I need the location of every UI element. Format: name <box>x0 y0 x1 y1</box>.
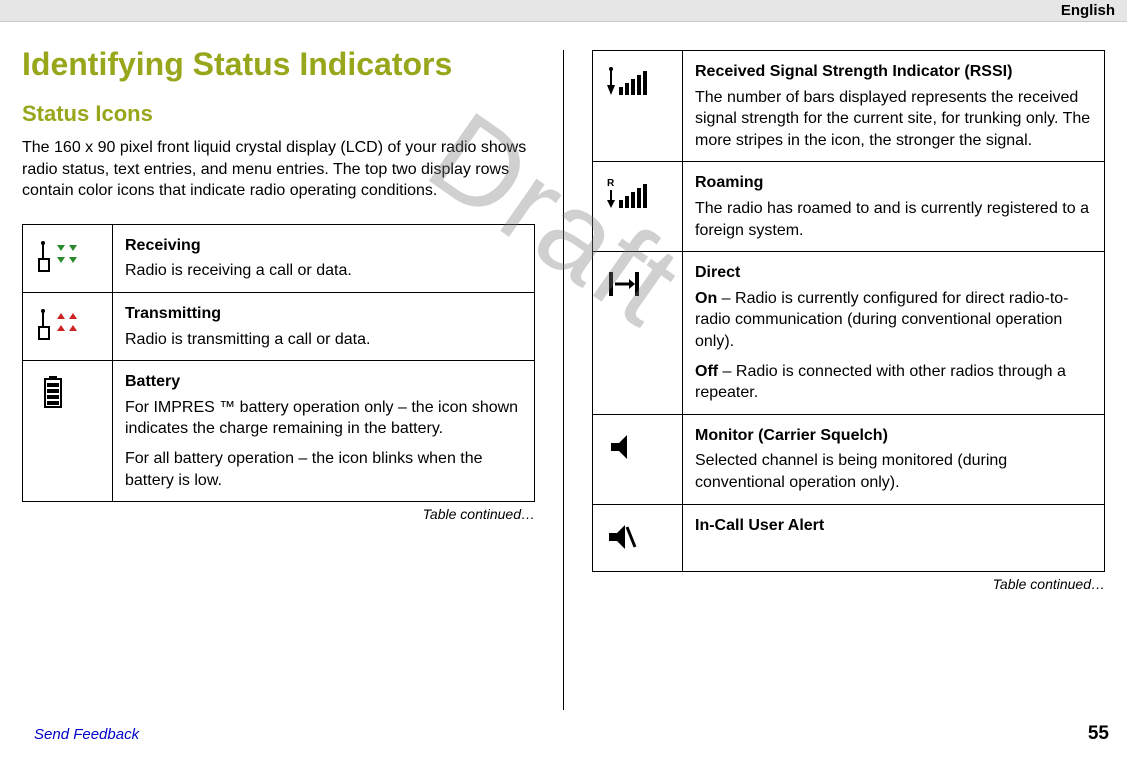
icon-description: Roaming The radio has roamed to and is cu… <box>683 162 1105 252</box>
column-divider <box>563 50 564 710</box>
row-paragraph: Radio is transmitting a call or data. <box>125 329 522 351</box>
icon-description: Battery For IMPRES ™ battery operation on… <box>113 361 535 502</box>
table-row: Receiving Radio is receiving a call or da… <box>23 224 535 292</box>
row-paragraph: On – Radio is currently configured for d… <box>695 288 1092 353</box>
table-row: Received Signal Strength Indicator (RSSI… <box>593 51 1105 162</box>
top-bar: English <box>0 0 1127 22</box>
icon-description: Receiving Radio is receiving a call or da… <box>113 224 535 292</box>
right-column: Received Signal Strength Indicator (RSSI… <box>592 46 1105 710</box>
icon-description: Monitor (Carrier Squelch) Selected channe… <box>683 414 1105 504</box>
row-paragraph: For IMPRES ™ battery operation only – th… <box>125 397 522 440</box>
monitor-icon <box>593 414 683 504</box>
footer: Send Feedback 55 <box>34 723 1109 745</box>
row-paragraph: The radio has roamed to and is currently… <box>695 198 1092 241</box>
table-row: In-Call User Alert <box>593 504 1105 572</box>
table-continued-left: Table continued… <box>22 506 535 522</box>
icon-description: Direct On – Radio is currently configured… <box>683 252 1105 415</box>
send-feedback-link[interactable]: Send Feedback <box>34 726 139 743</box>
row-title: Transmitting <box>125 303 522 325</box>
table-continued-right: Table continued… <box>592 576 1105 592</box>
direct-icon <box>593 252 683 415</box>
row-paragraph: The number of bars displayed represents … <box>695 87 1092 152</box>
table-row: Direct On – Radio is currently configured… <box>593 252 1105 415</box>
row-paragraph: Radio is receiving a call or data. <box>125 260 522 282</box>
table-row: Battery For IMPRES ™ battery operation on… <box>23 361 535 502</box>
page-title: Identifying Status Indicators <box>22 46 535 83</box>
table-row: Monitor (Carrier Squelch) Selected channe… <box>593 414 1105 504</box>
section-heading: Status Icons <box>22 101 535 127</box>
icon-description: Transmitting Radio is transmitting a call… <box>113 292 535 360</box>
row-paragraph: For all battery operation – the icon bli… <box>125 448 522 491</box>
row-title: Roaming <box>695 172 1092 194</box>
page-body: Identifying Status Indicators Status Ico… <box>0 22 1127 710</box>
intro-paragraph: The 160 x 90 pixel front liquid crystal … <box>22 137 535 202</box>
table-row: R Roaming The radio has roamed to and is c… <box>593 162 1105 252</box>
receiving-icon <box>23 224 113 292</box>
row-title: Battery <box>125 371 522 393</box>
page-number: 55 <box>1088 723 1109 745</box>
row-title: Receiving <box>125 235 522 257</box>
row-title: In-Call User Alert <box>695 515 1092 537</box>
table-row: Transmitting Radio is transmitting a call… <box>23 292 535 360</box>
language-label: English <box>1061 2 1115 19</box>
transmitting-icon <box>23 292 113 360</box>
row-title: Monitor (Carrier Squelch) <box>695 425 1092 447</box>
left-icon-table: Receiving Radio is receiving a call or da… <box>22 224 535 502</box>
icon-description: In-Call User Alert <box>683 504 1105 572</box>
incall-icon <box>593 504 683 572</box>
row-paragraph: Off – Radio is connected with other radi… <box>695 361 1092 404</box>
row-title: Received Signal Strength Indicator (RSSI… <box>695 61 1092 83</box>
icon-description: Received Signal Strength Indicator (RSSI… <box>683 51 1105 162</box>
roaming-icon: R <box>593 162 683 252</box>
battery-icon <box>23 361 113 502</box>
left-column: Identifying Status Indicators Status Ico… <box>22 46 535 710</box>
row-paragraph: Selected channel is being monitored (dur… <box>695 450 1092 493</box>
right-icon-table: Received Signal Strength Indicator (RSSI… <box>592 50 1105 572</box>
svg-text:R: R <box>607 178 615 189</box>
rssi-icon <box>593 51 683 162</box>
row-title: Direct <box>695 262 1092 284</box>
